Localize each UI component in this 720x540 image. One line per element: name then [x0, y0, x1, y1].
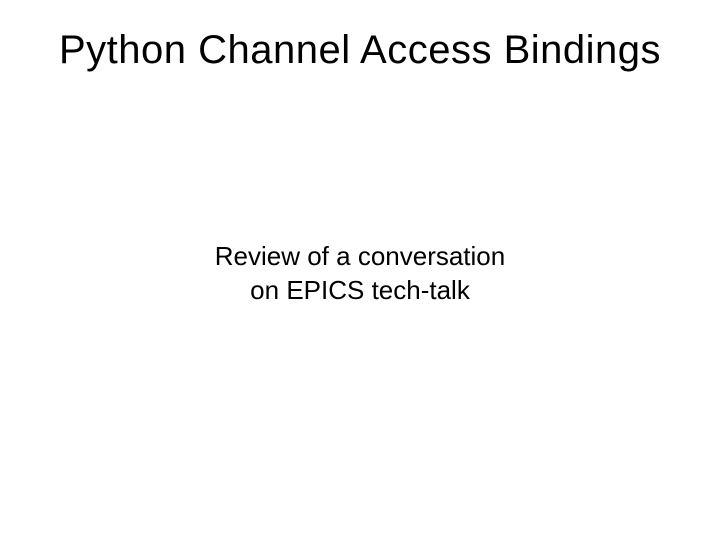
subtitle-line-1: Review of a conversation [0, 240, 720, 274]
slide-title: Python Channel Access Bindings [28, 28, 692, 73]
slide-subtitle: Review of a conversation on EPICS tech-t… [0, 240, 720, 308]
slide-container: Python Channel Access Bindings Review of… [0, 0, 720, 540]
subtitle-line-2: on EPICS tech-talk [0, 274, 720, 308]
